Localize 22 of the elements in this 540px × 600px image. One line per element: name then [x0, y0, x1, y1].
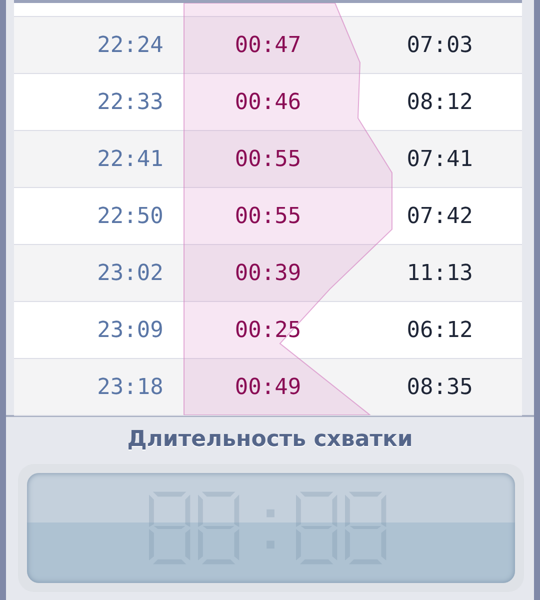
panel-title: Длительность схватки — [126, 427, 414, 452]
interval-time: 07:42 — [406, 204, 474, 228]
start-time: 22:33 — [96, 90, 164, 114]
duration-time: 00:55 — [234, 146, 302, 172]
duration-time: 00:39 — [234, 260, 302, 286]
start-time: 23:02 — [96, 260, 164, 286]
duration-time: 00:55 — [234, 204, 302, 228]
interval-time: 11:13 — [406, 260, 474, 286]
start-time: 23:09 — [96, 318, 164, 342]
duration-time: 00:46 — [234, 90, 302, 114]
start-time: 22:50 — [96, 204, 164, 228]
start-time: 22:24 — [96, 32, 164, 58]
start-time: 23:18 — [96, 374, 164, 400]
duration-time: 00:49 — [234, 374, 302, 400]
start-time: 22:41 — [96, 146, 164, 172]
interval-time: 08:12 — [406, 90, 474, 114]
interval-time: 07:41 — [406, 146, 474, 172]
duration-time: 00:47 — [234, 32, 302, 58]
interval-time: 07:03 — [406, 32, 474, 58]
duration-time: 00:25 — [234, 318, 302, 342]
interval-time: 06:12 — [406, 318, 474, 342]
interval-time: 08:35 — [406, 374, 474, 400]
